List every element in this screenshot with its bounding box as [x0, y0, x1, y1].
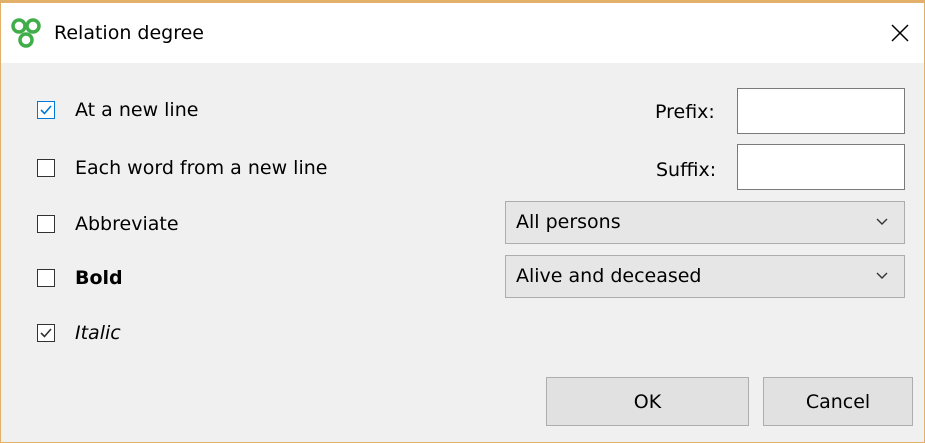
chevron-down-icon [876, 218, 888, 225]
option-new-line[interactable]: At a new line [37, 95, 198, 125]
abbreviate-checkbox[interactable] [37, 215, 55, 233]
window-title: Relation degree [54, 22, 204, 44]
chevron-down-icon [876, 272, 888, 279]
status-select[interactable]: Alive and deceased [505, 255, 905, 298]
option-bold[interactable]: Bold [37, 263, 123, 293]
each-word-label: Each word from a new line [75, 157, 328, 179]
persons-select-value: All persons [516, 211, 621, 233]
relation-degree-dialog: Relation degree At a new line Each word … [0, 0, 925, 443]
prefix-input[interactable] [737, 88, 905, 134]
option-abbreviate[interactable]: Abbreviate [37, 209, 179, 239]
each-word-checkbox[interactable] [37, 159, 55, 177]
cancel-button[interactable]: Cancel [763, 377, 913, 426]
bold-checkbox[interactable] [37, 269, 55, 287]
italic-checkbox[interactable] [37, 324, 55, 342]
option-italic[interactable]: Italic [37, 318, 121, 348]
persons-select[interactable]: All persons [505, 201, 905, 244]
new-line-checkbox[interactable] [37, 101, 55, 119]
title-bar: Relation degree [1, 3, 924, 63]
close-button[interactable] [878, 3, 924, 63]
suffix-label: Suffix: [656, 159, 717, 181]
new-line-label: At a new line [75, 99, 199, 121]
option-each-word[interactable]: Each word from a new line [37, 153, 327, 183]
ok-button[interactable]: OK [546, 377, 749, 426]
app-icon [11, 18, 41, 48]
prefix-label: Prefix: [655, 101, 715, 123]
suffix-input[interactable] [737, 144, 905, 190]
italic-label: Italic [75, 322, 121, 344]
close-icon [891, 24, 909, 42]
bold-label: Bold [75, 267, 123, 289]
status-select-value: Alive and deceased [516, 265, 702, 287]
abbreviate-label: Abbreviate [75, 213, 179, 235]
